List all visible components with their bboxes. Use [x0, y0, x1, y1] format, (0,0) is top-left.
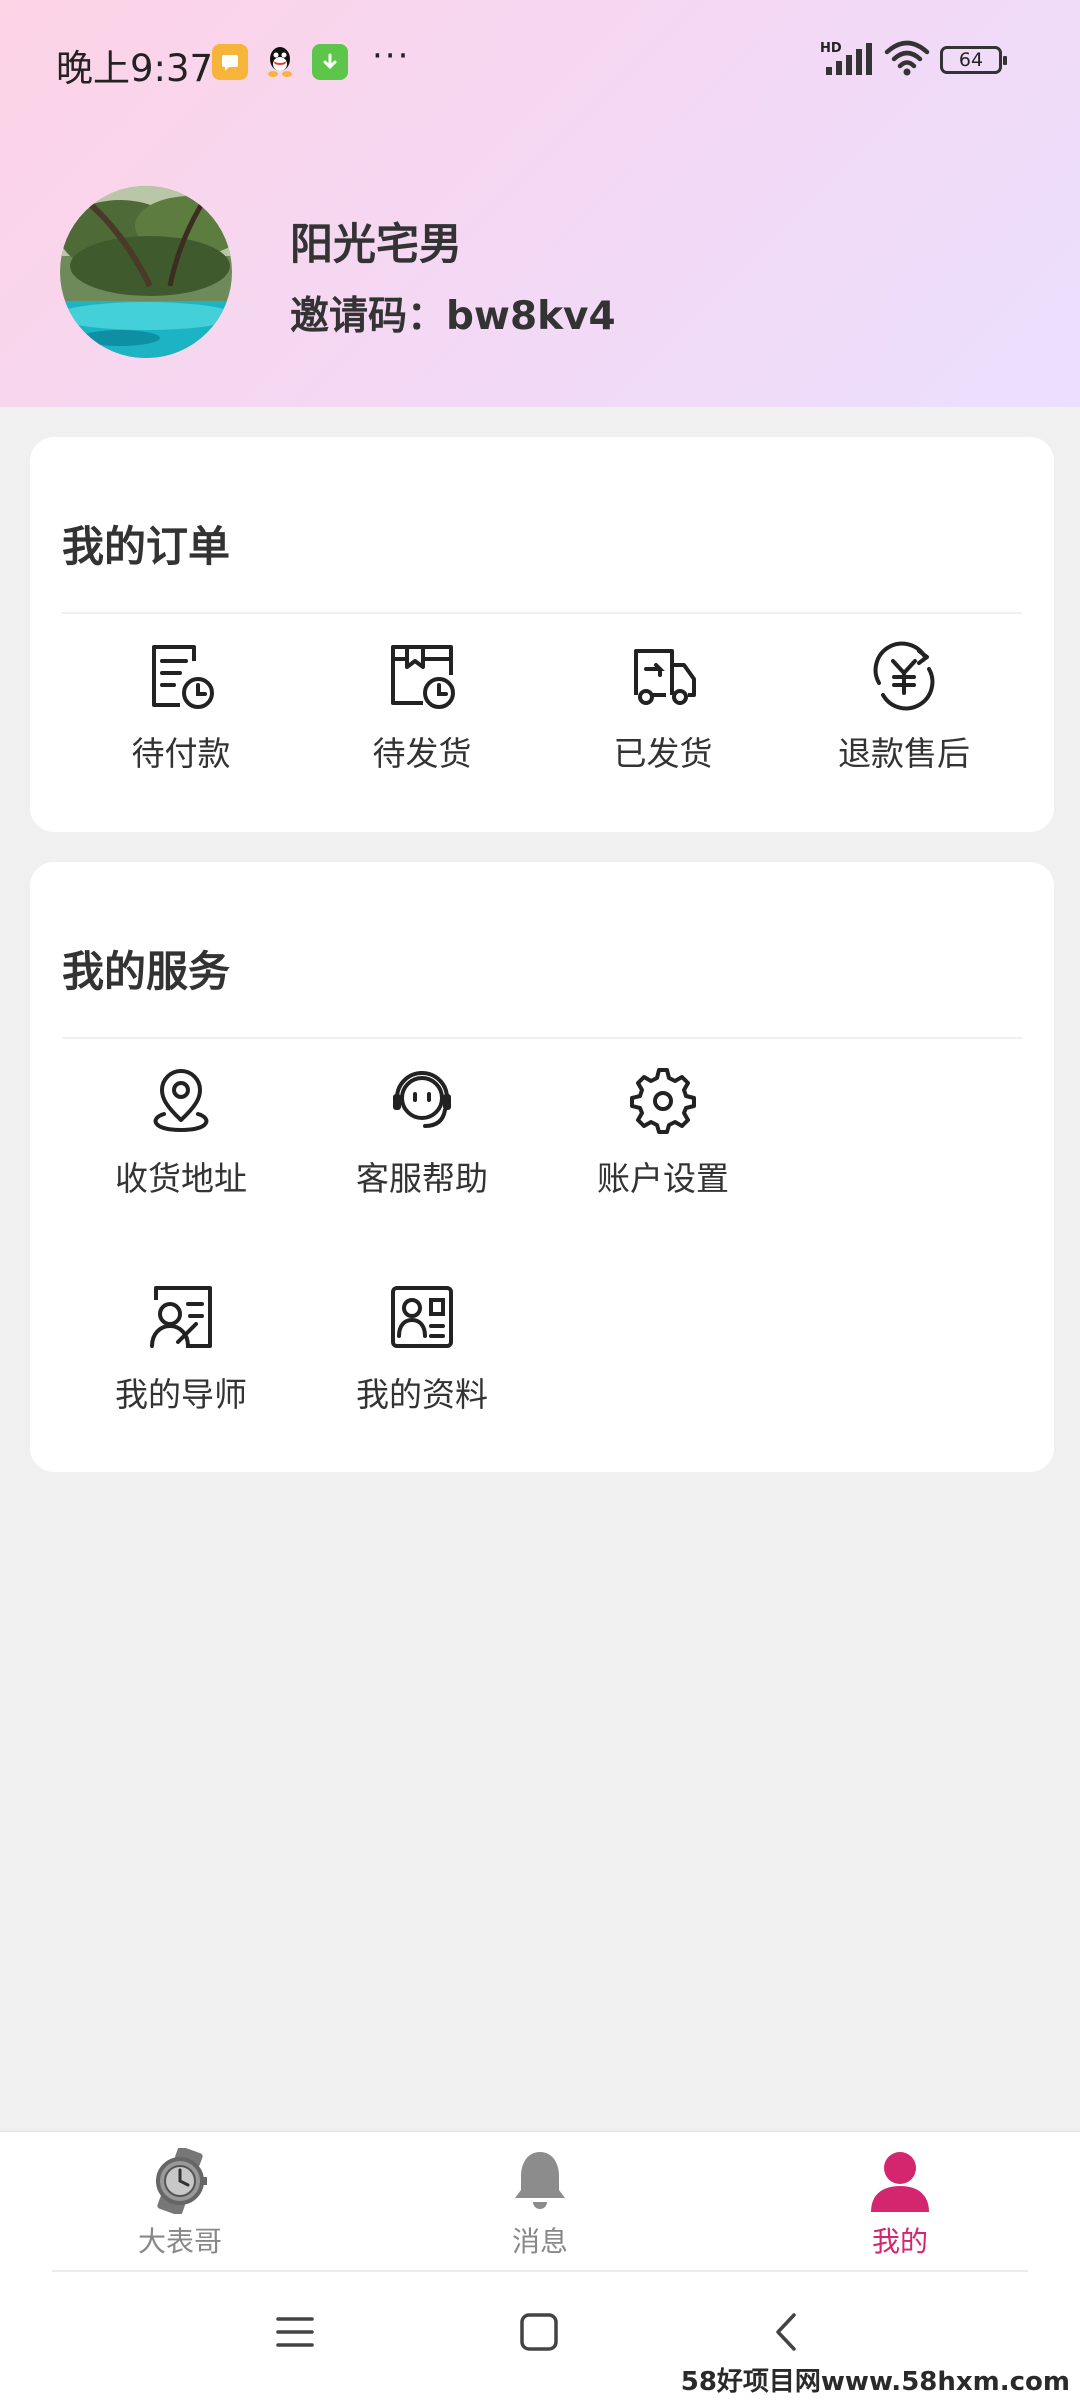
invite-code-value[interactable]: bw8kv4 — [446, 294, 616, 339]
service-label: 客服帮助 — [356, 1159, 488, 1198]
service-label: 我的导师 — [115, 1375, 247, 1414]
mentor-icon — [150, 1286, 212, 1348]
refund-yuan-icon — [873, 641, 935, 711]
gear-icon — [630, 1068, 696, 1134]
message-app-icon — [212, 44, 248, 80]
order-label: 待付款 — [131, 734, 231, 773]
pending-shipment-icon — [391, 645, 455, 709]
orders-card: 我的订单 待付款 待发货 已发货 退款售后 — [30, 437, 1054, 832]
services-card: 我的服务 收货地址 客服帮助 账户设置 我的导师 我的资料 — [30, 862, 1054, 1472]
shipped-truck-icon — [634, 649, 696, 705]
download-app-icon — [312, 44, 348, 80]
services-divider — [62, 1037, 1022, 1039]
nav-label: 消息 — [511, 2225, 568, 2258]
system-nav-bar: 58好项目网www.58hxm.com — [0, 2273, 1080, 2400]
order-label: 待发货 — [372, 734, 472, 773]
service-my-mentor[interactable]: 我的导师 — [61, 1280, 301, 1416]
invite-code: 邀请码：bw8kv4 — [290, 285, 616, 341]
back-icon[interactable] — [766, 2311, 808, 2357]
service-label: 账户设置 — [597, 1159, 729, 1198]
order-label: 退款售后 — [838, 734, 970, 773]
orders-divider — [62, 612, 1022, 614]
order-label: 已发货 — [613, 734, 713, 773]
order-refund[interactable]: 退款售后 — [784, 639, 1024, 775]
order-shipped[interactable]: 已发货 — [543, 639, 783, 775]
profile-card-icon — [391, 1286, 453, 1348]
more-notifications-icon: ··· — [372, 36, 411, 76]
service-my-profile[interactable]: 我的资料 — [302, 1280, 542, 1416]
nav-item-messages[interactable]: 消息 — [440, 2148, 640, 2260]
profile-header: 晚上9:37 ··· HD 64 阳光宅男 邀请码：bw8kv4 — [0, 0, 1080, 407]
nav-item-dabiaoge[interactable]: 大表哥 — [80, 2148, 280, 2260]
home-icon[interactable] — [518, 2311, 560, 2357]
customer-service-icon — [393, 1071, 451, 1128]
service-label: 收货地址 — [115, 1159, 247, 1198]
menu-icon[interactable] — [274, 2311, 316, 2357]
status-time: 晚上9:37 — [56, 47, 214, 90]
service-address[interactable]: 收货地址 — [61, 1064, 301, 1200]
nav-item-mine[interactable]: 我的 — [800, 2148, 1000, 2260]
nav-label: 我的 — [871, 2225, 928, 2258]
battery-indicator: 64 — [940, 46, 1007, 74]
orders-title: 我的订单 — [62, 522, 231, 571]
watermark: 58好项目网www.58hxm.com — [680, 2367, 1070, 2397]
qq-icon — [262, 44, 298, 80]
services-title: 我的服务 — [62, 947, 231, 996]
order-pending-payment[interactable]: 待付款 — [61, 639, 301, 775]
nav-divider — [52, 2270, 1028, 2272]
wifi-icon — [884, 40, 930, 80]
service-label: 我的资料 — [356, 1375, 488, 1414]
location-pin-icon — [153, 1069, 209, 1133]
nav-label: 大表哥 — [137, 2225, 222, 2258]
user-icon — [871, 2152, 929, 2212]
status-bar: 晚上9:37 ··· HD 64 — [0, 0, 1080, 125]
watch-icon — [156, 2148, 207, 2214]
bottom-nav: 大表哥 消息 我的 — [0, 2131, 1080, 2273]
user-name: 阳光宅男 — [290, 220, 462, 270]
avatar[interactable] — [60, 186, 232, 358]
signal-icon: HD — [820, 41, 874, 79]
service-account-settings[interactable]: 账户设置 — [543, 1064, 783, 1200]
status-indicators: HD 64 — [820, 40, 1007, 80]
invite-label: 邀请码： — [290, 294, 447, 339]
pending-payment-icon — [152, 645, 214, 709]
service-customer-help[interactable]: 客服帮助 — [302, 1064, 542, 1200]
bell-icon — [515, 2152, 565, 2209]
order-pending-shipment[interactable]: 待发货 — [302, 639, 542, 775]
